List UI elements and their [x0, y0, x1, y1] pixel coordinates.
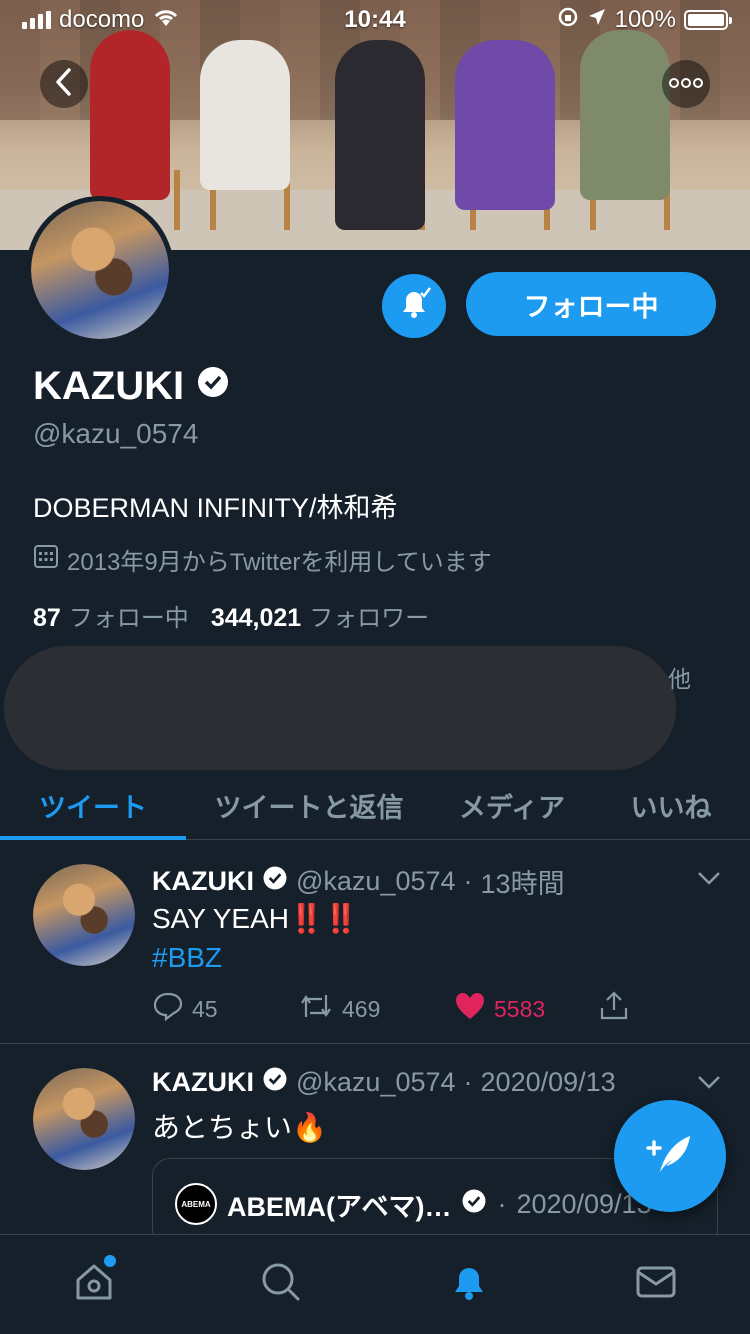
tweet-item[interactable]: KAZUKI @kazu_0574 · 13時間 SAY YEAH‼️‼️ #B…	[0, 840, 750, 1044]
tweet-avatar[interactable]	[33, 1068, 135, 1170]
heart-filled-icon	[454, 991, 486, 1027]
tweet-avatar[interactable]	[33, 864, 135, 966]
status-bar: docomo 10:44 100%	[0, 0, 750, 40]
share-button[interactable]	[598, 990, 630, 1028]
tweet-actions: 45 469 5583	[152, 990, 642, 1028]
banner-person	[580, 30, 670, 200]
more-button[interactable]	[662, 60, 710, 108]
avatar-image	[33, 864, 135, 966]
notifications-toggle-button[interactable]	[382, 274, 446, 338]
profile-handle: @kazu_0574	[33, 418, 199, 449]
tweet-header: KAZUKI @kazu_0574 · 13時間	[152, 862, 565, 901]
quoted-dot-separator: ·	[497, 1188, 507, 1219]
tab-likes[interactable]: いいね	[592, 770, 750, 840]
retweet-button[interactable]: 469	[298, 991, 454, 1027]
wifi-icon	[152, 6, 180, 35]
reply-button[interactable]: 45	[152, 991, 298, 1027]
tweet-author-handle: @kazu_0574	[296, 866, 456, 896]
followers-label: フォロワー	[309, 605, 430, 632]
tweet-dot-separator: ·	[463, 866, 473, 896]
avatar-image	[31, 201, 169, 339]
verified-badge-icon	[461, 1188, 487, 1221]
following-stat[interactable]: 87 フォロー中	[33, 598, 189, 633]
followers-stat[interactable]: 344,021 フォロワー	[211, 598, 429, 633]
nav-search[interactable]	[188, 1235, 376, 1334]
profile-avatar[interactable]	[26, 196, 174, 344]
bell-check-icon	[394, 284, 434, 329]
nav-notifications[interactable]	[375, 1235, 563, 1334]
new-content-dot	[104, 1255, 116, 1267]
follow-stats: 87 フォロー中 344,021 フォロワー	[33, 598, 429, 633]
home-icon	[72, 1260, 116, 1309]
joined-date: 2013年9月からTwitterを利用しています	[33, 542, 492, 577]
notifications-icon	[447, 1260, 491, 1309]
tweet-author-name: KAZUKI	[152, 866, 254, 896]
compose-tweet-button[interactable]	[614, 1100, 726, 1212]
followed-by-redacted	[4, 646, 676, 770]
tab-tweets[interactable]: ツイート	[0, 770, 186, 840]
location-icon	[587, 6, 607, 34]
retweet-icon	[298, 991, 334, 1027]
like-button[interactable]: 5583	[454, 991, 598, 1027]
profile-tabs: ツイート ツイートと返信 メディア いいね	[0, 770, 750, 840]
search-icon	[259, 1260, 303, 1309]
quoted-tweet-header: ABEMA ABEMA(アベマ)… · 2020/09/13	[175, 1183, 652, 1225]
tweet-time: 13時間	[480, 869, 565, 899]
verified-badge-icon	[196, 364, 230, 409]
banner-person	[200, 40, 290, 190]
back-button[interactable]	[40, 60, 88, 108]
battery-icon	[684, 10, 732, 30]
profile-bio: DOBERMAN INFINITY/林和希	[33, 493, 398, 523]
reply-count: 45	[192, 995, 218, 1022]
compose-tweet-icon	[642, 1126, 698, 1187]
chevron-down-icon[interactable]	[696, 1074, 722, 1095]
verified-badge-icon	[262, 865, 288, 898]
signal-icon	[22, 11, 51, 29]
profile-name-row: KAZUKI	[33, 364, 230, 409]
tab-media[interactable]: メディア	[432, 770, 592, 840]
tweet-text: SAY YEAH‼️‼️	[152, 903, 359, 934]
joined-text: 2013年9月からTwitterを利用しています	[67, 549, 492, 576]
banner-person	[455, 40, 555, 210]
tweet-time: 2020/09/13	[480, 1067, 616, 1097]
following-button[interactable]: フォロー中	[466, 272, 716, 336]
tweet-dot-separator: ·	[463, 1067, 473, 1097]
verified-badge-icon	[262, 1066, 288, 1099]
like-count: 5583	[494, 995, 546, 1022]
avatar-image	[33, 1068, 135, 1170]
banner-person	[335, 40, 425, 230]
following-count: 87	[33, 604, 61, 632]
retweet-count: 469	[342, 995, 381, 1022]
following-label: フォロー中	[68, 605, 189, 632]
banner-person	[90, 30, 170, 200]
nav-home[interactable]	[0, 1235, 188, 1334]
reply-icon	[152, 991, 184, 1027]
quoted-author-name: ABEMA(アベマ)…	[227, 1191, 452, 1222]
quoted-avatar: ABEMA	[175, 1183, 217, 1225]
bottom-navigation	[0, 1234, 750, 1334]
calendar-icon	[33, 543, 59, 576]
followed-by-other-label: 他	[668, 666, 691, 692]
carrier-name: docomo	[59, 6, 145, 33]
followers-count: 344,021	[210, 604, 302, 632]
more-icon	[669, 75, 703, 93]
tweet-header: KAZUKI @kazu_0574 · 2020/09/13	[152, 1066, 616, 1099]
chevron-down-icon[interactable]	[696, 870, 722, 891]
tweet-hashtag[interactable]: #BBZ	[152, 942, 222, 974]
tweet-author-name: KAZUKI	[152, 1067, 254, 1097]
nav-messages[interactable]	[563, 1235, 750, 1334]
tab-tweets-and-replies[interactable]: ツイートと返信	[186, 770, 432, 840]
battery-percent: 100%	[614, 6, 676, 33]
tweet-author-handle: @kazu_0574	[296, 1067, 456, 1097]
rotation-lock-icon	[557, 6, 579, 35]
chevron-left-icon	[54, 67, 74, 102]
share-icon	[598, 990, 630, 1028]
profile-name: KAZUKI	[33, 364, 185, 408]
messages-icon	[634, 1260, 678, 1309]
tweet-text: あとちょい🔥	[152, 1112, 327, 1143]
